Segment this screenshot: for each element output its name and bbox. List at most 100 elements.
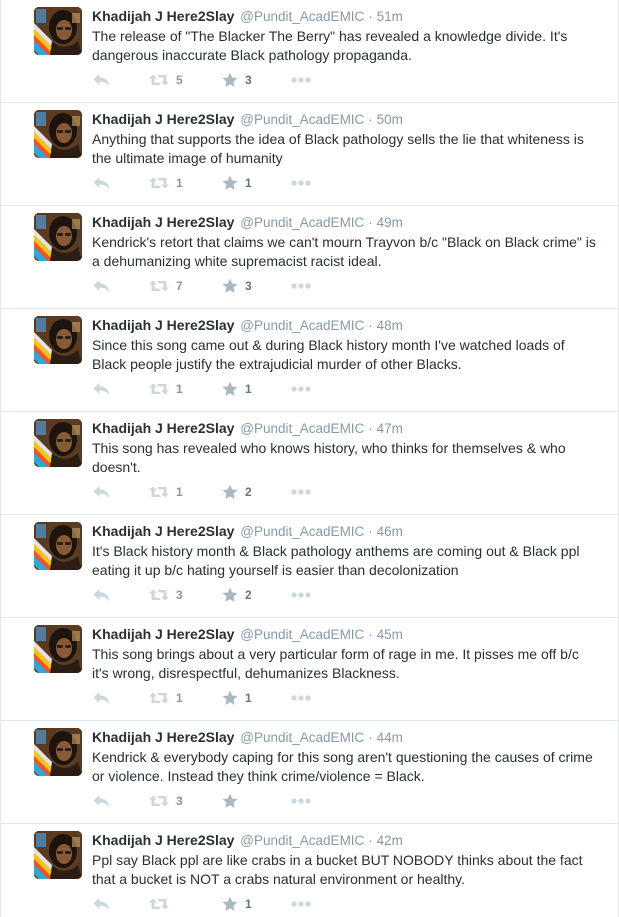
favorite-count: 2	[245, 588, 252, 602]
user-handle[interactable]: @Pundit_AcadEMIC	[240, 833, 364, 848]
timestamp[interactable]: 44m	[377, 730, 403, 745]
timestamp[interactable]: 42m	[377, 833, 403, 848]
user-handle[interactable]: @Pundit_AcadEMIC	[240, 421, 364, 436]
retweet-button[interactable]: 1	[149, 174, 183, 192]
reply-button[interactable]	[93, 689, 110, 707]
avatar[interactable]	[34, 419, 82, 467]
user-fullname[interactable]: Khadijah J Here2Slay	[92, 111, 234, 127]
more-dots-icon	[291, 592, 311, 598]
timestamp[interactable]: 48m	[377, 318, 403, 333]
reply-button[interactable]	[93, 895, 110, 913]
timestamp[interactable]: 49m	[377, 215, 403, 230]
more-button[interactable]	[291, 586, 311, 604]
separator-dot: ·	[368, 318, 373, 333]
more-button[interactable]	[291, 71, 311, 89]
reply-icon	[93, 279, 110, 293]
user-fullname[interactable]: Khadijah J Here2Slay	[92, 317, 234, 333]
retweet-icon	[149, 691, 169, 705]
tweet[interactable]: Khadijah J Here2Slay @Pundit_AcadEMIC · …	[1, 412, 618, 515]
favorite-button[interactable]: 3	[222, 71, 252, 89]
timestamp[interactable]: 50m	[377, 112, 403, 127]
retweet-count: 1	[176, 691, 183, 705]
timestamp[interactable]: 51m	[377, 9, 403, 24]
tweet-actions: 3 2	[92, 586, 352, 604]
retweet-count: 5	[176, 73, 183, 87]
user-handle[interactable]: @Pundit_AcadEMIC	[240, 9, 364, 24]
retweet-button[interactable]: 1	[149, 483, 183, 501]
user-fullname[interactable]: Khadijah J Here2Slay	[92, 626, 234, 642]
user-handle[interactable]: @Pundit_AcadEMIC	[240, 318, 364, 333]
user-handle[interactable]: @Pundit_AcadEMIC	[240, 524, 364, 539]
tweet-header: Khadijah J Here2Slay @Pundit_AcadEMIC · …	[92, 7, 600, 25]
more-button[interactable]	[291, 895, 311, 913]
reply-button[interactable]	[93, 586, 110, 604]
retweet-icon	[149, 73, 169, 87]
retweet-button[interactable]: 7	[149, 277, 183, 295]
user-handle[interactable]: @Pundit_AcadEMIC	[240, 730, 364, 745]
retweet-button[interactable]	[149, 895, 176, 913]
avatar[interactable]	[34, 831, 82, 879]
favorite-button[interactable]	[222, 792, 245, 810]
tweet-content: Khadijah J Here2Slay @Pundit_AcadEMIC · …	[92, 728, 600, 808]
timestamp[interactable]: 45m	[377, 627, 403, 642]
separator-dot: ·	[368, 730, 373, 745]
retweet-button[interactable]: 1	[149, 689, 183, 707]
timestamp[interactable]: 46m	[377, 524, 403, 539]
avatar[interactable]	[34, 728, 82, 776]
more-dots-icon	[291, 77, 311, 83]
reply-button[interactable]	[93, 277, 110, 295]
favorite-button[interactable]: 2	[222, 586, 252, 604]
reply-button[interactable]	[93, 792, 110, 810]
avatar[interactable]	[34, 213, 82, 261]
user-fullname[interactable]: Khadijah J Here2Slay	[92, 729, 234, 745]
avatar[interactable]	[34, 522, 82, 570]
star-icon	[222, 72, 238, 88]
tweet[interactable]: Khadijah J Here2Slay @Pundit_AcadEMIC · …	[1, 618, 618, 721]
favorite-button[interactable]: 1	[222, 380, 252, 398]
tweet-content: Khadijah J Here2Slay @Pundit_AcadEMIC · …	[92, 522, 600, 602]
more-button[interactable]	[291, 689, 311, 707]
favorite-count: 3	[245, 279, 252, 293]
avatar[interactable]	[34, 7, 82, 55]
avatar[interactable]	[34, 316, 82, 364]
favorite-button[interactable]: 2	[222, 483, 252, 501]
more-button[interactable]	[291, 277, 311, 295]
retweet-button[interactable]: 1	[149, 380, 183, 398]
tweet-timeline: Khadijah J Here2Slay @Pundit_AcadEMIC · …	[0, 0, 619, 917]
avatar[interactable]	[34, 110, 82, 158]
user-fullname[interactable]: Khadijah J Here2Slay	[92, 832, 234, 848]
tweet[interactable]: Khadijah J Here2Slay @Pundit_AcadEMIC · …	[1, 0, 618, 103]
more-dots-icon	[291, 489, 311, 495]
timestamp[interactable]: 47m	[377, 421, 403, 436]
reply-button[interactable]	[93, 174, 110, 192]
tweet[interactable]: Khadijah J Here2Slay @Pundit_AcadEMIC · …	[1, 515, 618, 618]
reply-button[interactable]	[93, 380, 110, 398]
separator-dot: ·	[368, 627, 373, 642]
user-fullname[interactable]: Khadijah J Here2Slay	[92, 214, 234, 230]
reply-button[interactable]	[93, 483, 110, 501]
user-fullname[interactable]: Khadijah J Here2Slay	[92, 8, 234, 24]
reply-button[interactable]	[93, 71, 110, 89]
tweet[interactable]: Khadijah J Here2Slay @Pundit_AcadEMIC · …	[1, 824, 618, 917]
more-button[interactable]	[291, 483, 311, 501]
tweet[interactable]: Khadijah J Here2Slay @Pundit_AcadEMIC · …	[1, 103, 618, 206]
favorite-button[interactable]: 1	[222, 895, 252, 913]
user-fullname[interactable]: Khadijah J Here2Slay	[92, 523, 234, 539]
retweet-button[interactable]: 3	[149, 792, 183, 810]
more-button[interactable]	[291, 380, 311, 398]
user-handle[interactable]: @Pundit_AcadEMIC	[240, 112, 364, 127]
tweet[interactable]: Khadijah J Here2Slay @Pundit_AcadEMIC · …	[1, 721, 618, 824]
avatar[interactable]	[34, 625, 82, 673]
user-handle[interactable]: @Pundit_AcadEMIC	[240, 627, 364, 642]
favorite-button[interactable]: 3	[222, 277, 252, 295]
favorite-button[interactable]: 1	[222, 689, 252, 707]
tweet[interactable]: Khadijah J Here2Slay @Pundit_AcadEMIC · …	[1, 309, 618, 412]
retweet-button[interactable]: 3	[149, 586, 183, 604]
tweet[interactable]: Khadijah J Here2Slay @Pundit_AcadEMIC · …	[1, 206, 618, 309]
more-button[interactable]	[291, 174, 311, 192]
user-handle[interactable]: @Pundit_AcadEMIC	[240, 215, 364, 230]
user-fullname[interactable]: Khadijah J Here2Slay	[92, 420, 234, 436]
favorite-button[interactable]: 1	[222, 174, 252, 192]
more-button[interactable]	[291, 792, 311, 810]
retweet-button[interactable]: 5	[149, 71, 183, 89]
